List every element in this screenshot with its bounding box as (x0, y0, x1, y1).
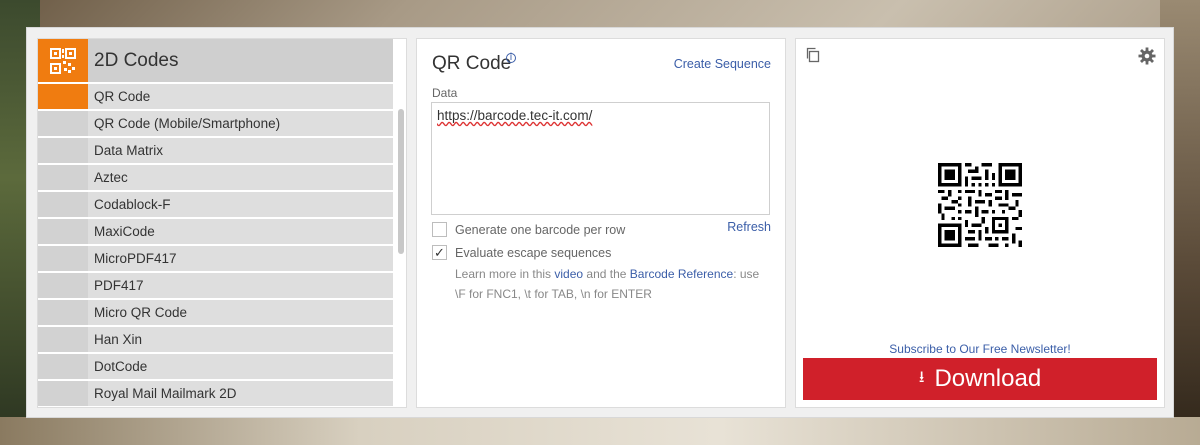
barcode-type-label: QR Code (88, 84, 393, 109)
download-button[interactable]: ⭳ Download (803, 358, 1157, 400)
per-row-label: Generate one barcode per row (455, 222, 626, 237)
barcode-type-label: QR Code (Mobile/Smartphone) (88, 111, 393, 136)
editor-title: QR Code (432, 53, 512, 74)
editor-panel: QR Code i Create Sequence Data https://b… (416, 38, 786, 408)
qr-code-icon (38, 39, 88, 82)
background-document (0, 417, 1200, 445)
item-swatch (38, 327, 88, 352)
barcode-type-item[interactable]: MicroPDF417 (38, 246, 393, 271)
gear-icon[interactable] (1138, 47, 1156, 70)
per-row-checkbox[interactable] (432, 222, 447, 237)
barcode-type-item[interactable]: QR Code (38, 84, 393, 109)
item-swatch (38, 138, 88, 163)
item-swatch (38, 165, 88, 190)
download-icon: ⭳ (918, 368, 925, 386)
barcode-type-label: MaxiCode (88, 219, 393, 244)
barcode-type-item[interactable]: Han Xin (38, 327, 393, 352)
help-middle: and the (583, 267, 630, 281)
barcode-type-label: Aztec (88, 165, 393, 190)
option-per-row: Generate one barcode per row (432, 222, 625, 237)
barcode-type-label: Micro QR Code (88, 300, 393, 325)
item-swatch (38, 111, 88, 136)
download-label: Download (934, 365, 1042, 392)
item-swatch (38, 219, 88, 244)
barcode-type-list: QR Code QR Code (Mobile/Smartphone) Data M… (38, 84, 393, 407)
newsletter-link[interactable]: Subscribe to Our Free Newsletter! (796, 342, 1164, 356)
data-label: Data (432, 86, 458, 100)
qr-code-preview (938, 163, 1022, 252)
barcode-type-label: Royal Mail Mailmark 2D (88, 381, 393, 406)
create-sequence-link[interactable]: Create Sequence (674, 57, 771, 71)
barcode-type-label: DotCode (88, 354, 393, 379)
barcode-type-item[interactable]: PDF417 (38, 273, 393, 298)
barcode-type-item[interactable]: QR Code (Mobile/Smartphone) (38, 111, 393, 136)
data-value: https://barcode.tec-it.com/ (437, 108, 593, 123)
escape-help-text: Learn more in this video and the Barcode… (455, 264, 765, 304)
barcode-type-item[interactable]: MaxiCode (38, 219, 393, 244)
item-swatch (38, 381, 88, 406)
barcode-type-panel: 2D Codes QR Code QR Code (Mobile/Smartpho… (37, 38, 407, 408)
barcode-reference-link[interactable]: Barcode Reference (630, 267, 733, 281)
barcode-type-item[interactable]: Royal Mail Mailmark 2D (38, 381, 393, 406)
barcode-type-label: Codablock-F (88, 192, 393, 217)
data-textarea[interactable]: https://barcode.tec-it.com/ (431, 102, 770, 215)
category-title: 2D Codes (94, 49, 179, 71)
info-icon[interactable]: i (506, 53, 516, 63)
copy-icon[interactable] (805, 47, 821, 68)
help-prefix: Learn more in this (455, 267, 555, 281)
barcode-type-item[interactable]: Codablock-F (38, 192, 393, 217)
refresh-link[interactable]: Refresh (727, 220, 771, 234)
escape-label: Evaluate escape sequences (455, 245, 612, 260)
barcode-generator-widget: 2D Codes QR Code QR Code (Mobile/Smartpho… (26, 27, 1174, 418)
barcode-type-item[interactable]: DotCode (38, 354, 393, 379)
item-swatch (38, 354, 88, 379)
barcode-type-label: MicroPDF417 (88, 246, 393, 271)
preview-panel: Subscribe to Our Free Newsletter! ⭳ Down… (795, 38, 1165, 408)
escape-checkbox[interactable]: ✓ (432, 245, 447, 260)
checkmark-icon: ✓ (434, 245, 445, 260)
barcode-type-label: PDF417 (88, 273, 393, 298)
barcode-type-item[interactable]: Micro QR Code (38, 300, 393, 325)
barcode-type-item[interactable]: Data Matrix (38, 138, 393, 163)
video-link[interactable]: video (554, 267, 583, 281)
item-swatch (38, 273, 88, 298)
barcode-type-item[interactable]: Aztec (38, 165, 393, 190)
category-header[interactable]: 2D Codes (38, 39, 393, 82)
item-swatch (38, 192, 88, 217)
item-swatch (38, 300, 88, 325)
barcode-type-label: Data Matrix (88, 138, 393, 163)
item-swatch (38, 246, 88, 271)
item-swatch (38, 84, 88, 109)
list-scrollbar[interactable] (398, 109, 404, 254)
barcode-type-label: Han Xin (88, 327, 393, 352)
option-escape: ✓ Evaluate escape sequences (432, 245, 611, 260)
